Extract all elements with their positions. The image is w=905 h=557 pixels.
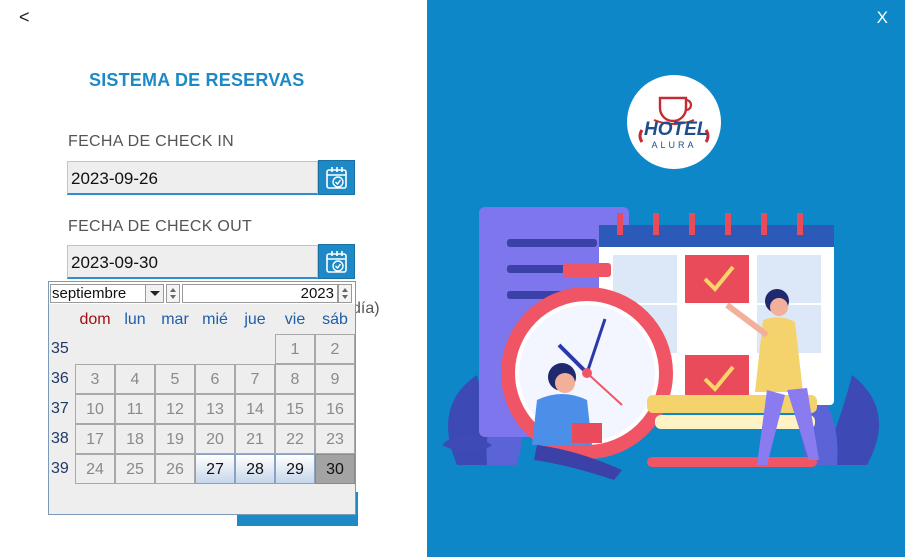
weekday-label: sáb xyxy=(322,311,348,328)
checkin-label: FECHA DE CHECK IN xyxy=(68,133,235,150)
checkout-label: FECHA DE CHECK OUT xyxy=(68,218,253,235)
spinner-up-icon[interactable] xyxy=(170,288,176,292)
date-picker-header: septiembre 2023 xyxy=(49,282,355,304)
close-button[interactable]: X xyxy=(877,8,888,28)
day-cell: 9 xyxy=(315,364,355,394)
day-cell: 5 xyxy=(155,364,195,394)
day-cell: 25 xyxy=(115,454,155,484)
day-cell: 16 xyxy=(315,394,355,424)
year-spinner[interactable] xyxy=(338,284,352,303)
weekday-label: mar xyxy=(161,311,189,328)
reservation-illustration xyxy=(442,207,879,480)
day-cell: 12 xyxy=(155,394,195,424)
calendar-icon xyxy=(326,251,347,273)
day-cell[interactable]: 28 xyxy=(235,454,275,484)
calendar-grid: dom lun mar mié jue vie sáb 35 1 2 36 3 4 5 6 7 8 9 37 10 1… xyxy=(49,304,355,514)
day-cell: 26 xyxy=(155,454,195,484)
illustration-panel: X HOTEL ALURA xyxy=(427,0,905,557)
weekday-label: vie xyxy=(284,311,306,328)
month-select[interactable]: septiembre xyxy=(50,284,164,303)
day-cell: 21 xyxy=(235,424,275,454)
weekday-header: dom lun mar mié jue vie sáb xyxy=(49,304,355,334)
day-cell: 14 xyxy=(235,394,275,424)
page-title: SISTEMA DE RESERVAS xyxy=(89,70,305,90)
checkout-calendar-button[interactable] xyxy=(318,244,355,279)
weekday-label: lun xyxy=(124,311,146,328)
day-cell: 3 xyxy=(75,364,115,394)
weekday-label: mié xyxy=(202,311,228,328)
month-value: septiembre xyxy=(52,285,127,302)
logo-text-alura: ALURA xyxy=(651,140,697,150)
day-cell[interactable]: 27 xyxy=(195,454,235,484)
week-number: 37 xyxy=(51,400,69,417)
weekday-label: jue xyxy=(244,311,266,328)
month-spinner[interactable] xyxy=(166,284,180,303)
day-cell: 19 xyxy=(155,424,195,454)
day-cell: 1 xyxy=(275,334,315,364)
day-cell: 23 xyxy=(315,424,355,454)
checkin-date-field[interactable]: 2023-09-26 xyxy=(67,161,318,195)
week-number: 39 xyxy=(51,460,69,477)
partially-hidden-text: día) xyxy=(352,300,380,317)
checkout-date-field[interactable]: 2023-09-30 xyxy=(67,245,318,279)
checkin-calendar-button[interactable] xyxy=(318,160,355,195)
day-cell: 24 xyxy=(75,454,115,484)
chevron-down-icon[interactable] xyxy=(145,285,163,302)
day-cell: 17 xyxy=(75,424,115,454)
week-number: 35 xyxy=(51,340,69,357)
day-cell: 22 xyxy=(275,424,315,454)
spinner-down-icon[interactable] xyxy=(170,295,176,299)
week-number: 38 xyxy=(51,430,69,447)
spinner-up-icon[interactable] xyxy=(342,288,348,292)
day-cell[interactable]: 30 xyxy=(315,454,355,484)
year-field[interactable]: 2023 xyxy=(182,284,338,303)
day-cell: 15 xyxy=(275,394,315,424)
day-cell: 10 xyxy=(75,394,115,424)
day-cell: 4 xyxy=(115,364,155,394)
week-number: 36 xyxy=(51,370,69,387)
day-cell: 13 xyxy=(195,394,235,424)
day-cell: 11 xyxy=(115,394,155,424)
day-cell: 7 xyxy=(235,364,275,394)
form-panel: < SISTEMA DE RESERVAS FECHA DE CHECK IN … xyxy=(0,0,427,557)
calendar-icon xyxy=(326,167,347,189)
day-cell[interactable]: 29 xyxy=(275,454,315,484)
logo-text-hotel: HOTEL xyxy=(644,119,709,140)
date-picker-popup[interactable]: septiembre 2023 dom lun mar mié jue vie sáb 35… xyxy=(48,281,356,515)
spinner-down-icon[interactable] xyxy=(342,295,348,299)
day-cell: 2 xyxy=(315,334,355,364)
day-cell: 6 xyxy=(195,364,235,394)
day-cell: 20 xyxy=(195,424,235,454)
day-cell: 8 xyxy=(275,364,315,394)
back-button[interactable]: < xyxy=(19,7,30,28)
weekday-label: dom xyxy=(79,311,111,328)
day-cell: 18 xyxy=(115,424,155,454)
